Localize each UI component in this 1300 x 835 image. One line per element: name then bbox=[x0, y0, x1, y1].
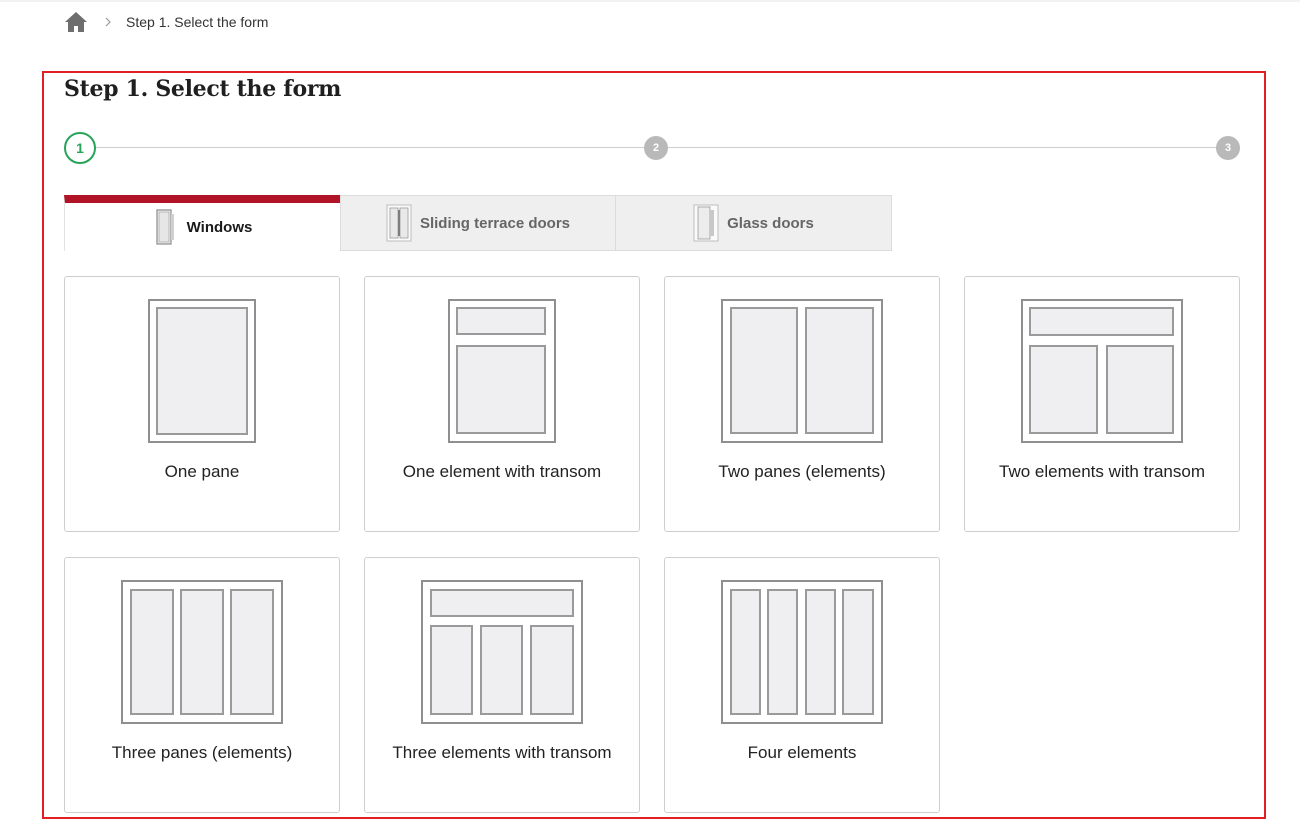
form-card-four-elements[interactable]: Four elements bbox=[664, 557, 940, 813]
top-divider bbox=[0, 0, 1300, 2]
tab-glass-doors[interactable]: Glass doors bbox=[616, 195, 892, 251]
progress-stepper: 1 2 3 bbox=[64, 132, 1240, 164]
tab-windows-label: Windows bbox=[186, 218, 253, 236]
window-icon bbox=[156, 209, 174, 245]
sliding-door-icon bbox=[386, 204, 412, 242]
form-card-two-elements-with-transom[interactable]: Two elements with transom bbox=[964, 276, 1240, 532]
form-label: Two panes (elements) bbox=[718, 462, 886, 481]
form-label: Three elements with transom bbox=[392, 743, 612, 762]
glass-door-icon bbox=[693, 204, 719, 242]
step-1-indicator: 1 bbox=[64, 132, 96, 164]
four-elements-icon bbox=[721, 580, 883, 724]
breadcrumb-current: Step 1. Select the form bbox=[126, 14, 269, 30]
one-element-transom-icon bbox=[448, 299, 556, 443]
form-label: Three panes (elements) bbox=[111, 743, 293, 762]
form-card-one-element-with-transom[interactable]: One element with transom bbox=[364, 276, 640, 532]
one-pane-icon bbox=[148, 299, 256, 443]
page-title: Step 1. Select the form bbox=[64, 76, 342, 102]
three-panes-icon bbox=[121, 580, 283, 724]
tab-sliding-terrace-doors[interactable]: Sliding terrace doors bbox=[340, 195, 616, 251]
breadcrumb: Step 1. Select the form bbox=[64, 11, 268, 33]
form-label: One pane bbox=[164, 462, 240, 481]
product-tabs: Windows Sliding terrace doors Glass door… bbox=[64, 195, 892, 251]
two-elements-transom-icon bbox=[1021, 299, 1183, 443]
step-3-indicator: 3 bbox=[1216, 136, 1240, 160]
tab-windows[interactable]: Windows bbox=[64, 195, 340, 251]
step-2-indicator: 2 bbox=[644, 136, 668, 160]
form-card-three-elements-with-transom[interactable]: Three elements with transom bbox=[364, 557, 640, 813]
form-label: Four elements bbox=[747, 743, 857, 762]
three-elements-transom-icon bbox=[421, 580, 583, 724]
form-card-two-panes[interactable]: Two panes (elements) bbox=[664, 276, 940, 532]
tab-glass-doors-label: Glass doors bbox=[727, 214, 814, 232]
form-card-one-pane[interactable]: One pane bbox=[64, 276, 340, 532]
form-label: Two elements with transom bbox=[999, 462, 1205, 481]
chevron-right-icon bbox=[105, 17, 111, 27]
form-card-three-panes[interactable]: Three panes (elements) bbox=[64, 557, 340, 813]
two-panes-icon bbox=[721, 299, 883, 443]
tab-sliding-terrace-doors-label: Sliding terrace doors bbox=[419, 214, 571, 232]
home-icon[interactable] bbox=[64, 11, 88, 33]
form-label: One element with transom bbox=[402, 462, 602, 481]
